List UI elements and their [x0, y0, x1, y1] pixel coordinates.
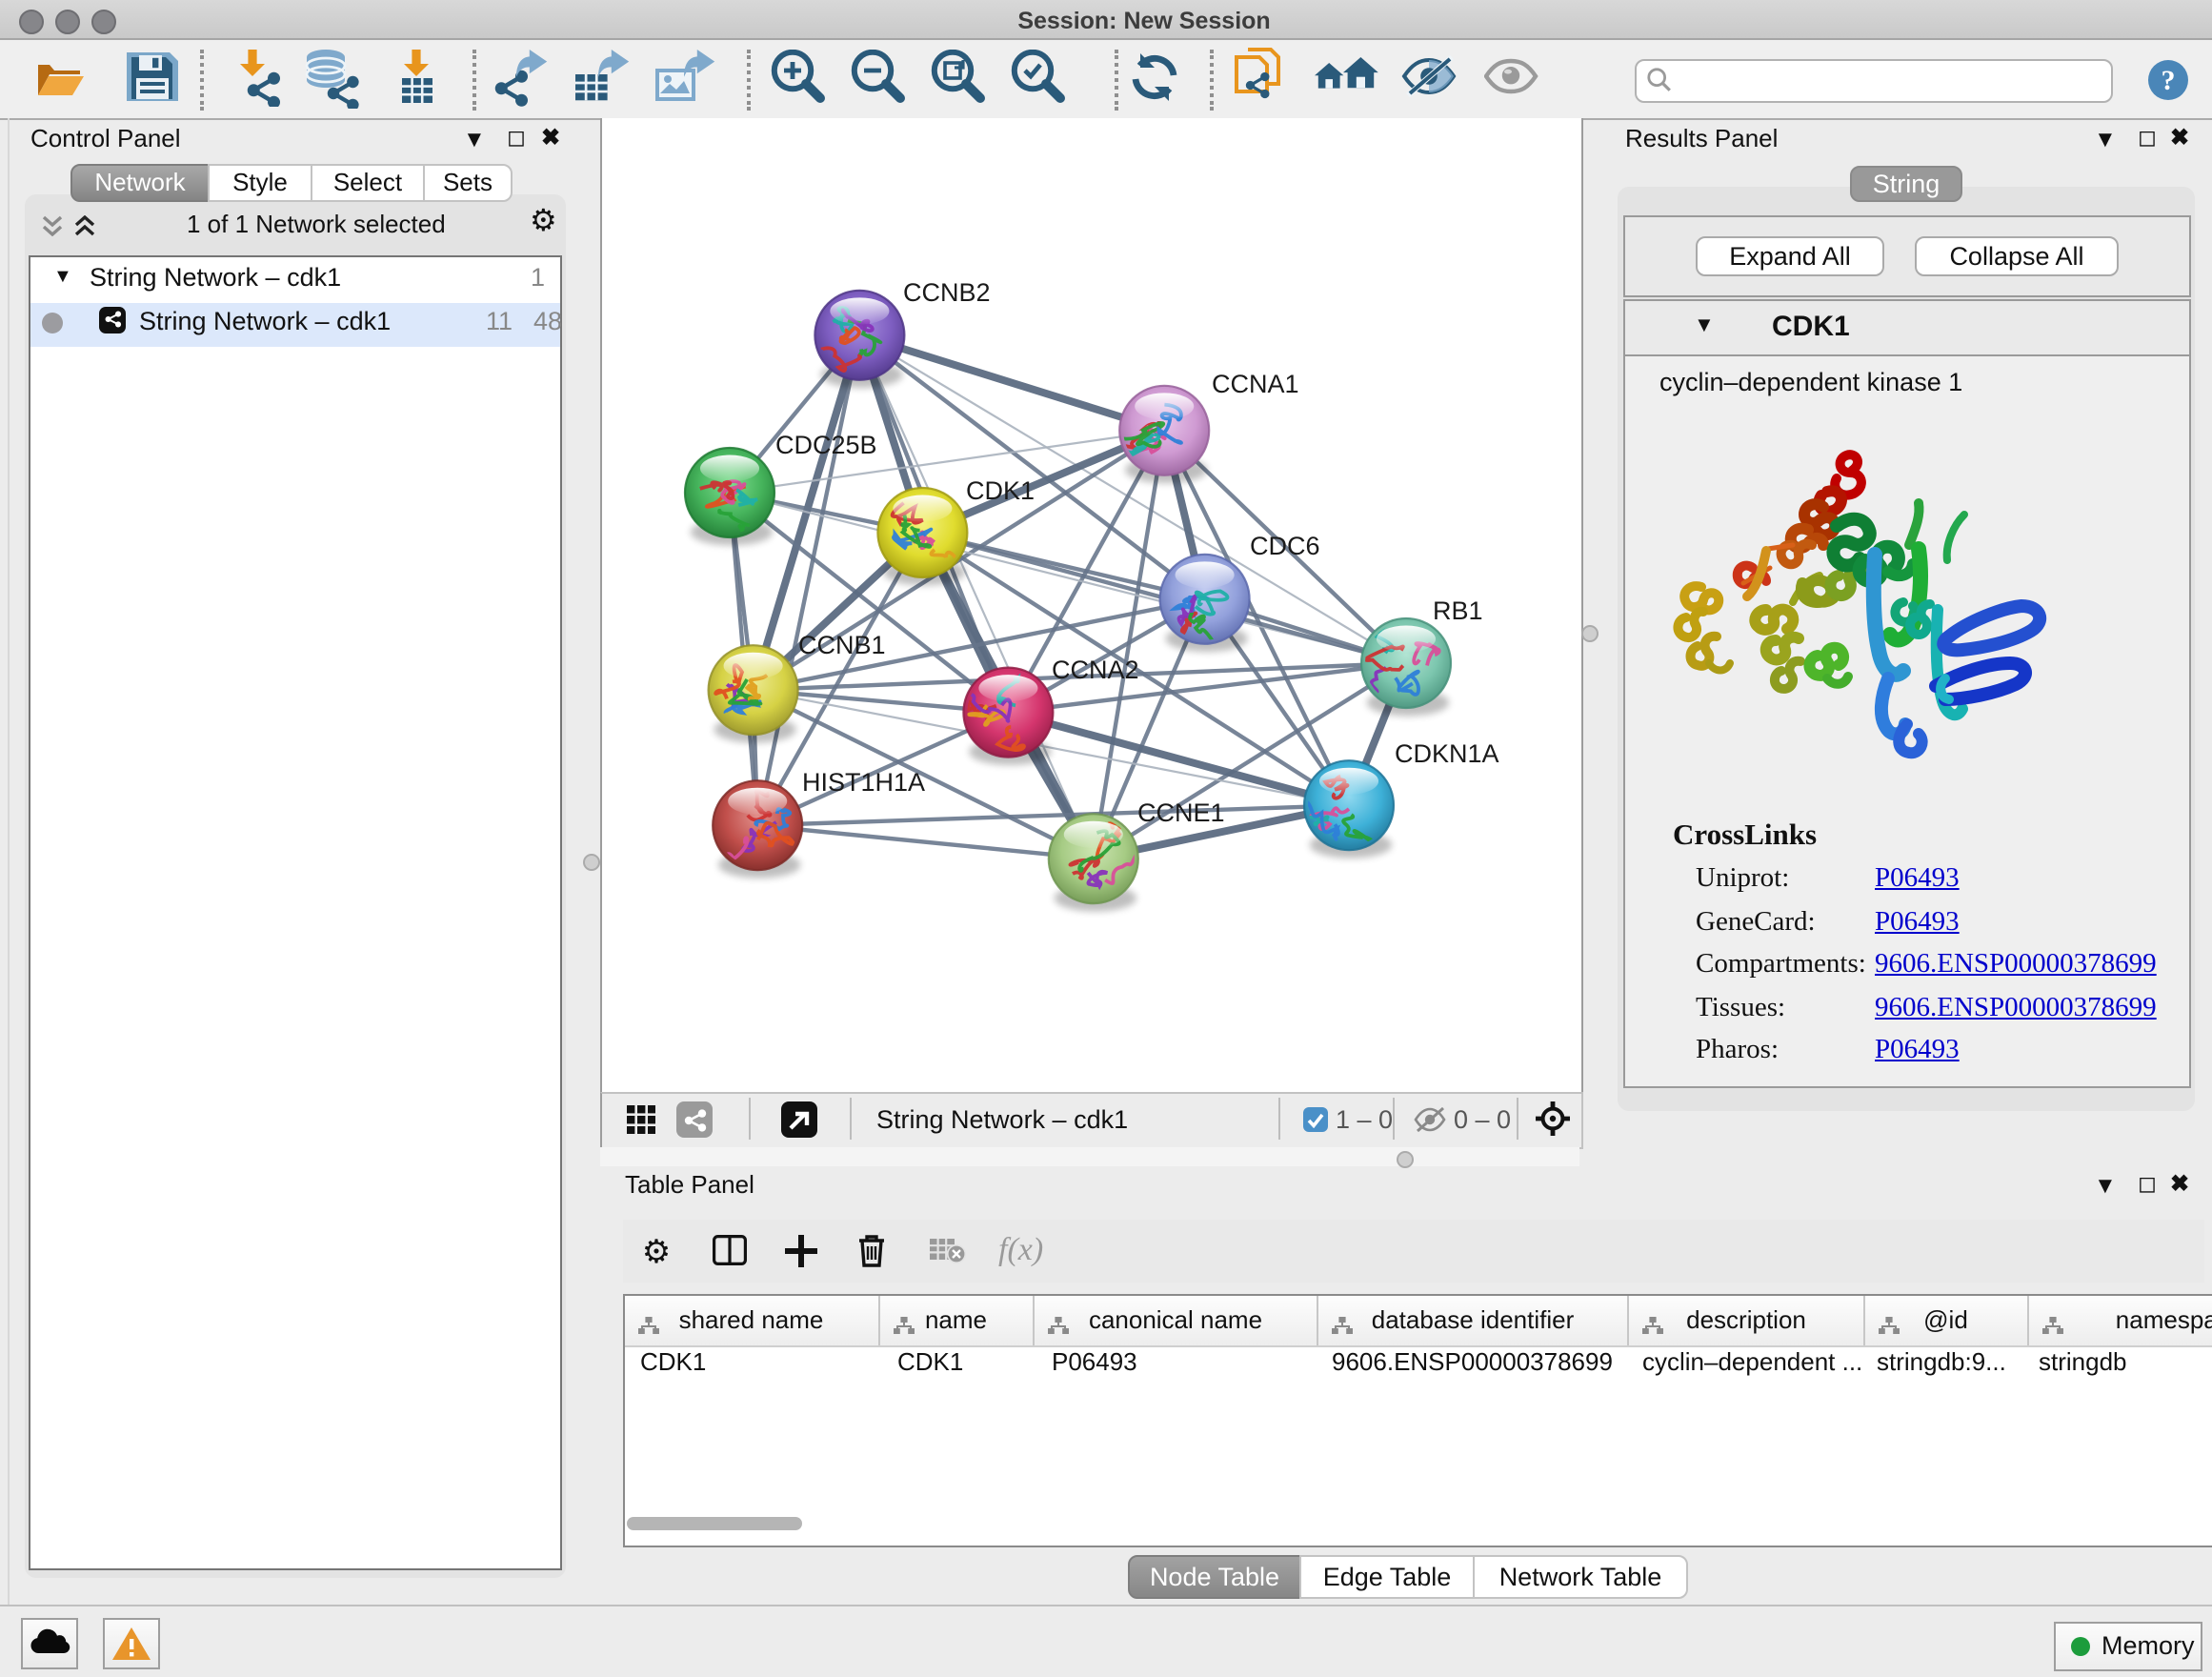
svg-text:CDK1: CDK1	[966, 476, 1035, 505]
svg-text:CCNA2: CCNA2	[1052, 656, 1139, 684]
svg-text:CCNE1: CCNE1	[1137, 798, 1225, 827]
svg-text:CDC25B: CDC25B	[775, 431, 877, 459]
svg-text:CDC6: CDC6	[1250, 532, 1320, 560]
svg-text:HIST1H1A: HIST1H1A	[802, 768, 925, 797]
svg-text:CCNB1: CCNB1	[798, 631, 886, 659]
svg-text:CCNA1: CCNA1	[1212, 370, 1299, 398]
svg-text:?: ?	[2162, 65, 2176, 96]
svg-text:RB1: RB1	[1433, 596, 1483, 625]
svg-text:⚙: ⚙	[642, 1235, 671, 1267]
svg-text:CCNB2: CCNB2	[903, 278, 991, 307]
svg-text:CDKN1A: CDKN1A	[1395, 739, 1499, 768]
